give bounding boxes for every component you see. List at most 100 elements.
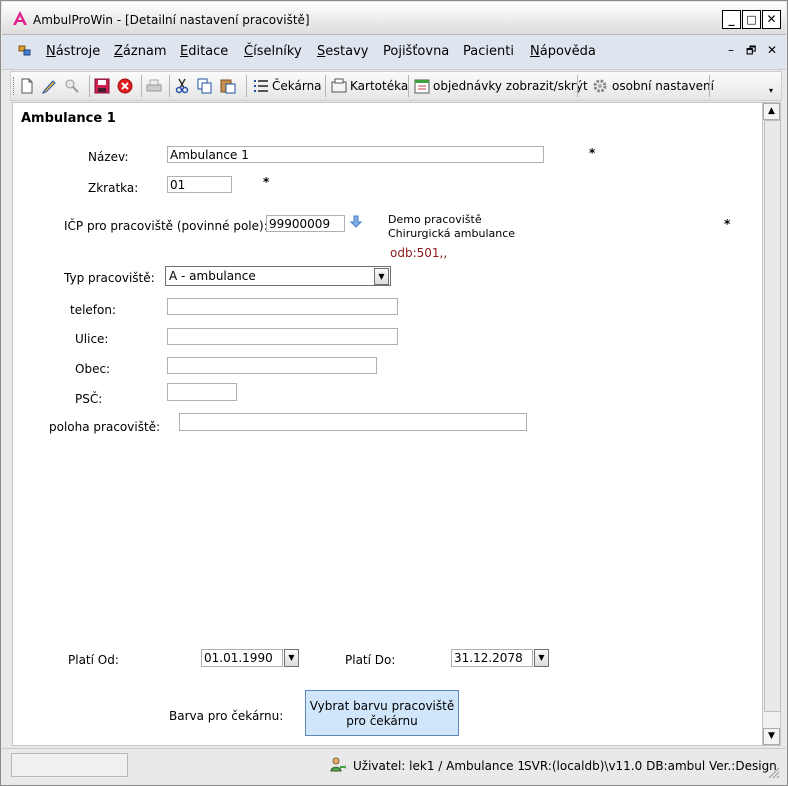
calendar-icon <box>414 79 430 94</box>
toolbar-grip[interactable] <box>13 77 17 95</box>
close-button[interactable]: ✕ <box>762 10 781 29</box>
maximize-button[interactable]: □ <box>742 10 761 29</box>
barva-label: Barva pro čekárnu: <box>169 709 284 723</box>
kartoteka-label: Kartotéka <box>350 79 409 93</box>
toolbar-separator <box>709 75 710 97</box>
menu-editace[interactable]: Editace <box>180 44 228 59</box>
objednavky-label: objednávky zobrazit/skrýt <box>433 79 588 93</box>
toolbar-separator <box>577 75 578 97</box>
new-document-icon[interactable] <box>20 77 34 95</box>
obec-label: Obec: <box>75 362 111 376</box>
menu-label: ápověda <box>539 44 596 59</box>
kartoteka-button[interactable]: Kartotéka <box>331 77 408 95</box>
cekarna-label: Čekárna <box>272 79 322 93</box>
mdi-document-icon[interactable] <box>18 44 32 61</box>
icp-input[interactable]: 99900009 <box>266 215 345 232</box>
toolbar-separator <box>89 75 90 97</box>
icp-odb: odb:501,, <box>390 246 448 260</box>
cekarna-button[interactable]: Čekárna <box>253 77 322 95</box>
detail-form: Ambulance 1 Název: Ambulance 1 * Zkratka… <box>12 102 764 746</box>
card-index-icon <box>331 78 347 93</box>
user-icon <box>330 757 346 776</box>
toolbar-separator <box>408 75 409 97</box>
icp-info-line2: Chirurgická ambulance <box>388 227 516 240</box>
chevron-down-icon[interactable]: ▼ <box>534 649 549 667</box>
cut-icon[interactable] <box>175 77 189 95</box>
telefon-label: telefon: <box>70 303 117 317</box>
icp-info-line1: Demo pracoviště <box>388 213 482 226</box>
window-title: AmbulProWin - [Detailní nastavení pracov… <box>33 13 310 27</box>
toolbar-separator <box>246 75 247 97</box>
toolbar: Čekárna Kartotéka objednávky zobrazit/sk… <box>10 71 782 101</box>
objednavky-button[interactable]: objednávky zobrazit/skrýt <box>414 77 588 95</box>
mdi-minimize-button[interactable]: – <box>728 43 734 57</box>
menu-hotkey: Č <box>244 44 254 59</box>
vybrat-barvu-button[interactable]: Vybrat barvu pracoviště pro čekárnu <box>305 690 459 736</box>
poloha-label: poloha pracoviště: <box>49 420 161 434</box>
osobni-nastaveni-button[interactable]: osobní nastavení <box>592 77 714 95</box>
application-window: AmbulProWin - [Detailní nastavení pracov… <box>0 0 788 786</box>
psc-input[interactable] <box>167 383 237 401</box>
minimize-button[interactable]: _ <box>722 10 741 29</box>
title-bar[interactable]: AmbulProWin - [Detailní nastavení pracov… <box>2 2 786 35</box>
scroll-down-icon[interactable]: ▼ <box>763 728 780 745</box>
zkratka-input[interactable]: 01 <box>167 176 232 193</box>
menu-label: íselníky <box>253 44 302 59</box>
app-logo-icon <box>12 10 28 26</box>
menu-sestavy[interactable]: Sestavy <box>317 44 369 59</box>
print-icon[interactable] <box>146 77 162 95</box>
toolbar-separator <box>325 75 326 97</box>
resize-grip-icon[interactable] <box>768 767 780 779</box>
ulice-input[interactable] <box>167 328 398 345</box>
arrow-down-icon[interactable] <box>349 215 363 232</box>
list-icon <box>254 80 268 92</box>
menu-nastroje[interactable]: Nástroje <box>46 44 100 59</box>
menu-label: áznam <box>122 44 167 59</box>
menu-bar: Nástroje Záznam Editace Číselníky Sestav… <box>2 35 786 70</box>
typ-select-value: A - ambulance <box>169 269 256 283</box>
magnifier-icon[interactable] <box>64 77 80 95</box>
required-mark: * <box>589 146 596 160</box>
nazev-label: Název: <box>88 150 129 164</box>
chevron-down-icon[interactable]: ▼ <box>374 268 389 285</box>
toolbar-overflow-icon[interactable]: ▾ <box>769 86 773 95</box>
telefon-input[interactable] <box>167 298 398 315</box>
menu-ciselniky[interactable]: Číselníky <box>244 44 302 59</box>
cancel-icon[interactable] <box>117 77 133 95</box>
mdi-close-button[interactable]: ✕ <box>767 43 777 57</box>
vertical-scrollbar[interactable]: ▲ ▼ <box>762 102 781 746</box>
save-icon[interactable] <box>94 77 110 95</box>
menu-hotkey: N <box>46 44 56 59</box>
menu-pojistovna[interactable]: Pojišťovna <box>383 44 449 59</box>
toolbar-separator <box>141 75 142 97</box>
psc-label: PSČ: <box>75 392 103 406</box>
plati-do-input[interactable]: 31.12.2078 <box>451 649 533 667</box>
pencil-icon[interactable] <box>41 77 57 95</box>
status-user: Uživatel: lek1 / Ambulance 1 <box>353 759 525 773</box>
status-bar: Uživatel: lek1 / Ambulance 1 SVR:(locald… <box>2 748 786 785</box>
scroll-up-icon[interactable]: ▲ <box>763 103 780 120</box>
menu-zaznam[interactable]: Záznam <box>114 44 167 59</box>
chevron-down-icon[interactable]: ▼ <box>284 649 299 667</box>
required-mark: * <box>263 175 270 189</box>
menu-hotkey: Z <box>114 44 123 59</box>
copy-icon[interactable] <box>197 77 213 95</box>
menu-pacienti[interactable]: Pacienti <box>463 44 514 59</box>
typ-select[interactable]: A - ambulance ▼ <box>165 266 391 286</box>
mdi-restore-button[interactable]: 🗗 <box>746 42 756 61</box>
obec-input[interactable] <box>167 357 377 374</box>
ulice-label: Ulice: <box>75 332 109 346</box>
icp-label: IČP pro pracoviště (povinné pole): <box>64 219 268 233</box>
poloha-input[interactable] <box>179 413 527 431</box>
zkratka-label: Zkratka: <box>88 181 139 195</box>
plati-od-input[interactable]: 01.01.1990 <box>201 649 283 667</box>
menu-napoveda[interactable]: Nápověda <box>530 44 596 59</box>
paste-icon[interactable] <box>220 77 236 95</box>
menu-label: ástroje <box>55 44 101 59</box>
plati-do-label: Platí Do: <box>345 653 396 667</box>
nazev-input[interactable]: Ambulance 1 <box>167 146 544 163</box>
menu-label: estavy <box>325 44 369 59</box>
status-server: SVR:(localdb)\v11.0 DB:ambul Ver.:Design <box>524 759 777 773</box>
toolbar-separator <box>169 75 170 97</box>
scroll-thumb[interactable] <box>764 120 781 712</box>
